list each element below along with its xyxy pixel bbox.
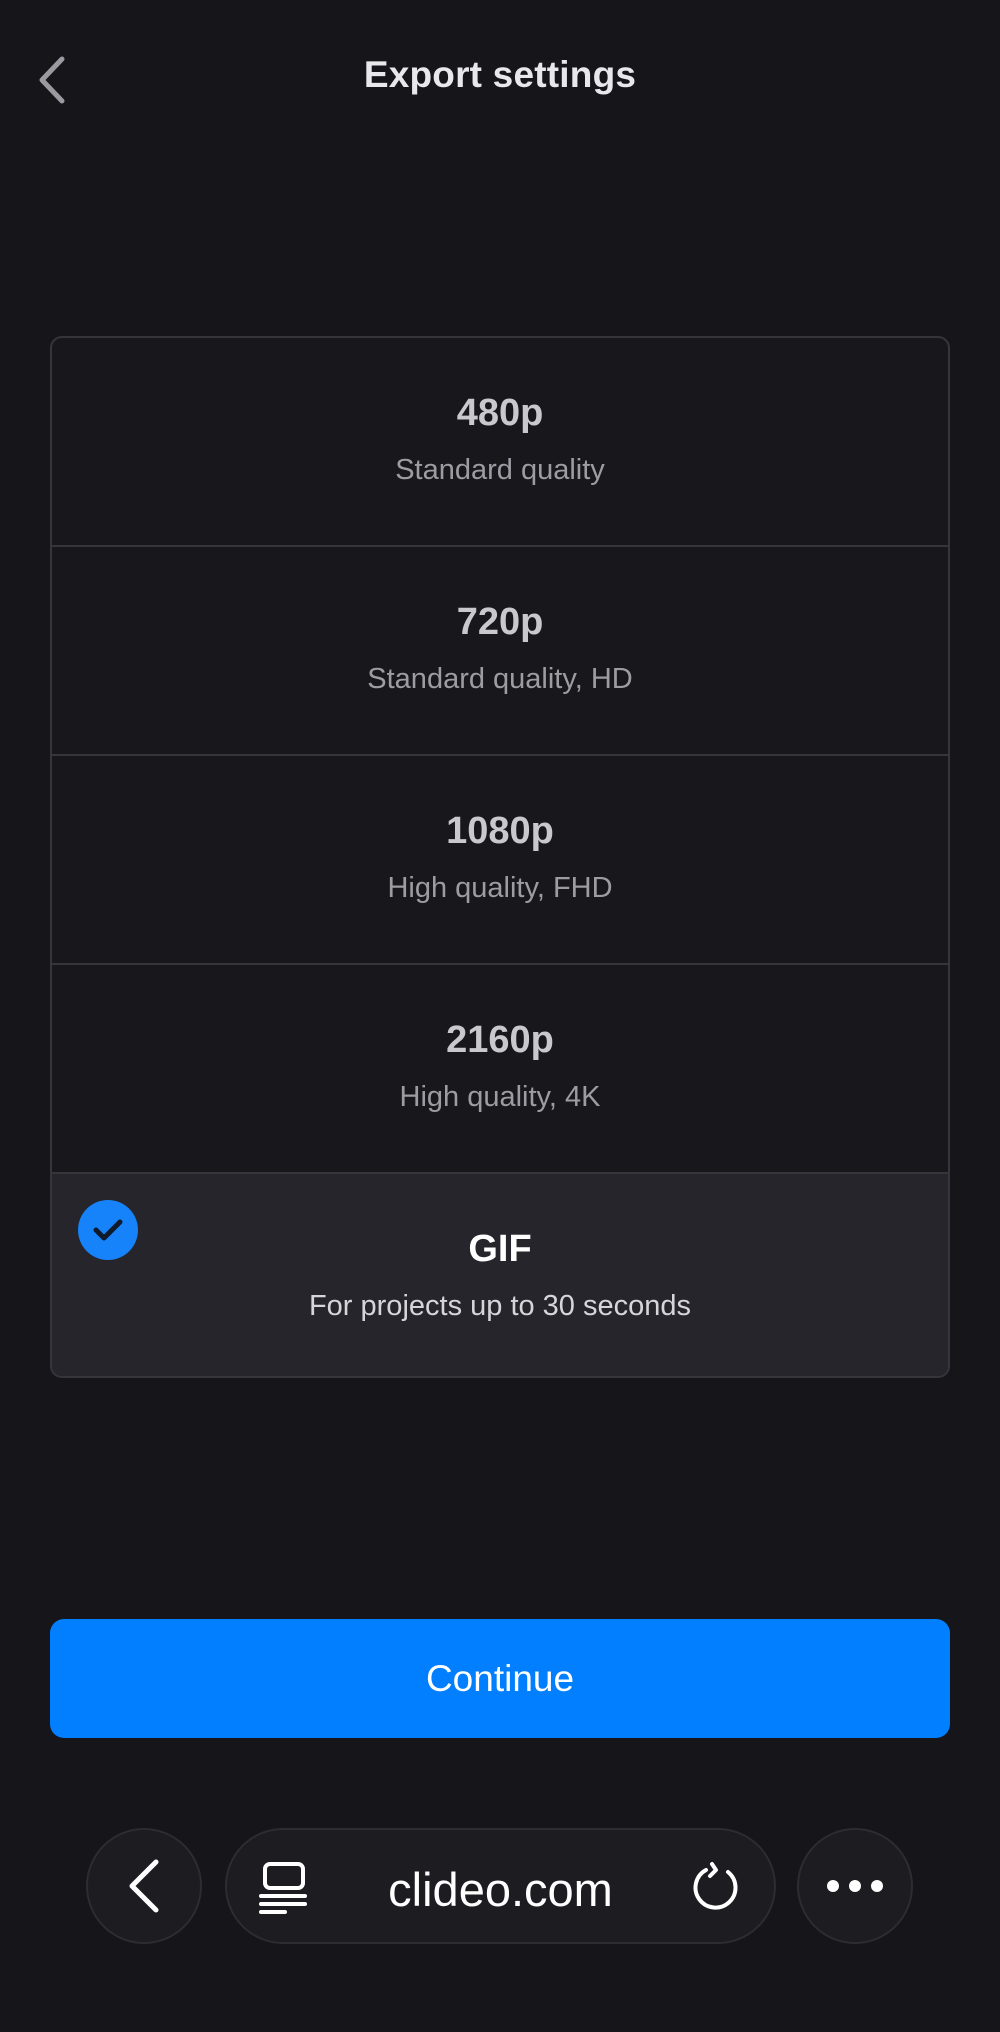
option-480p[interactable]: 480p Standard quality	[52, 338, 948, 547]
option-2160p[interactable]: 2160p High quality, 4K	[52, 965, 948, 1174]
option-subtitle: Standard quality	[395, 454, 605, 486]
option-title: 2160p	[446, 1019, 554, 1061]
export-options-list: 480p Standard quality 720p Standard qual…	[50, 336, 950, 1378]
browser-back-button[interactable]	[86, 1828, 202, 1944]
option-gif[interactable]: GIF For projects up to 30 seconds	[52, 1174, 948, 1376]
option-title: 1080p	[446, 810, 554, 852]
address-bar[interactable]: clideo.com	[225, 1828, 776, 1944]
page-title: Export settings	[363, 54, 637, 95]
reload-icon[interactable]	[688, 1860, 744, 1916]
more-dots-icon	[827, 1880, 883, 1892]
option-subtitle: For projects up to 30 seconds	[308, 1290, 692, 1322]
option-720p[interactable]: 720p Standard quality, HD	[52, 547, 948, 756]
option-1080p[interactable]: 1080p High quality, FHD	[52, 756, 948, 965]
option-subtitle: Standard quality, HD	[367, 663, 633, 695]
browser-toolbar: clideo.com	[0, 1820, 1000, 1960]
option-subtitle: High quality, 4K	[399, 1081, 601, 1113]
chevron-left-icon	[129, 1859, 159, 1913]
continue-button[interactable]: Continue	[50, 1619, 950, 1738]
more-options-button[interactable]	[797, 1828, 913, 1944]
option-title: 720p	[456, 601, 544, 643]
option-title: 480p	[456, 392, 544, 434]
option-subtitle: High quality, FHD	[387, 872, 613, 904]
option-title: GIF	[468, 1228, 532, 1270]
